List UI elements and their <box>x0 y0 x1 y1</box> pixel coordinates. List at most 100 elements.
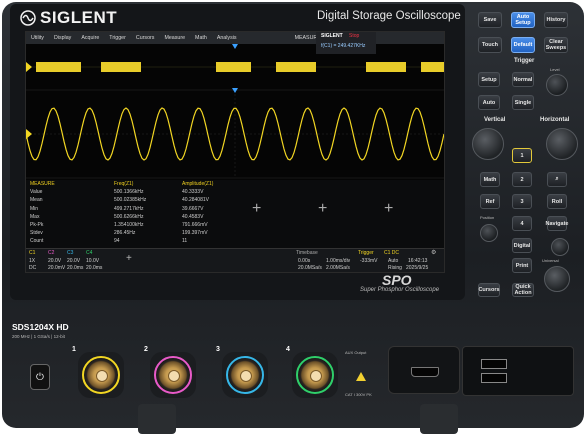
usb-port[interactable] <box>481 359 507 369</box>
universal-knob[interactable] <box>544 266 570 292</box>
navigate-button[interactable]: Navigate <box>546 216 568 231</box>
trigger-level[interactable]: -333mV <box>360 258 378 264</box>
spo-tagline: Super Phosphor Oscilloscope <box>360 287 440 293</box>
ch4-button[interactable]: 4 <box>512 216 532 231</box>
table-row: Pk-Pk 1.354100kHz 791.666mV <box>28 221 244 229</box>
ch4-input-connector[interactable] <box>292 352 338 398</box>
menu-bar: Utility Display Acquire Trigger Cursors … <box>26 32 444 44</box>
meas-freq-value: 500.6266kHz <box>114 213 144 220</box>
default-button[interactable]: Default <box>511 37 535 53</box>
trigger-edge[interactable]: Rising <box>388 265 402 271</box>
gear-icon[interactable]: ⚙ <box>431 249 436 256</box>
ch2-offset: 20.0mV <box>48 265 66 271</box>
ch2-button[interactable]: 2 <box>512 172 532 187</box>
warning-triangle-icon <box>356 372 366 381</box>
meas-header-name: MEASURE <box>30 181 55 188</box>
ch2-label[interactable]: C2 <box>48 250 54 256</box>
meas-label: Pk-Pk <box>30 222 44 229</box>
table-row: Value 500.1366kHz 40.3333V <box>28 188 244 196</box>
ch1-coupling: DC <box>29 265 37 271</box>
vertical-section-label: Vertical <box>484 117 506 123</box>
status-bar: C1 C2 C3 C4 1X 20.0V 20.0V 10.0V DC 20.0… <box>26 248 444 272</box>
trigger-label: Trigger <box>358 250 374 256</box>
ch3-input-connector[interactable] <box>222 352 268 398</box>
menu-analysis[interactable]: Analysis <box>212 35 242 41</box>
meas-label: Count <box>30 238 44 245</box>
trigger-normal-button[interactable]: Normal <box>512 72 534 87</box>
usb-port[interactable] <box>481 373 507 383</box>
empty-measure-slot[interactable]: + <box>252 200 261 218</box>
trigger-auto-button[interactable]: Auto <box>478 95 500 110</box>
menu-cursors[interactable]: Cursors <box>131 35 160 41</box>
meas-freq-value: 500.02385kHz <box>114 197 147 204</box>
ref-button[interactable]: Ref <box>480 194 500 209</box>
timebase-scale[interactable]: 1.00ms/div <box>326 258 350 264</box>
timebase-delay[interactable]: 0.00s <box>298 258 310 264</box>
meas-freq-value: 94 <box>114 238 120 245</box>
power-button[interactable]: ⏻ <box>30 364 50 390</box>
vertical-scale-knob[interactable] <box>472 128 504 160</box>
empty-measure-slot[interactable]: + <box>384 200 393 218</box>
horizontal-position-knob[interactable] <box>551 238 569 256</box>
timebase-label: Timebase <box>296 250 318 256</box>
trigger-source[interactable]: C1 DC <box>384 250 399 256</box>
trigger-single-button[interactable]: Single <box>512 95 534 110</box>
cursors-button[interactable]: Cursors <box>478 283 500 297</box>
table-row: Min 499.2717kHz 39.6667V <box>28 205 244 213</box>
memory-depth: 2.00MSa/s <box>326 265 350 271</box>
trigger-position-marker[interactable] <box>232 44 238 49</box>
left-foot <box>138 404 176 434</box>
menu-trigger[interactable]: Trigger <box>104 35 131 41</box>
auto-setup-button[interactable]: Auto Setup <box>511 12 535 28</box>
save-button[interactable]: Save <box>478 12 502 28</box>
meas-header-freq: Freq(Z1) <box>114 181 134 188</box>
horizontal-scale-knob[interactable] <box>546 128 578 160</box>
add-channel-icon[interactable]: + <box>126 253 132 264</box>
trigger-setup-button[interactable]: Setup <box>478 72 500 87</box>
menu-utility[interactable]: Utility <box>26 35 49 41</box>
meas-header-amplitude: Amplitude(Z1) <box>182 181 214 188</box>
roll-button[interactable]: Roll <box>547 194 567 209</box>
ch2-scale: 20.0V <box>48 258 62 264</box>
meas-freq-value: 500.1366kHz <box>114 189 144 196</box>
touch-button[interactable]: Touch <box>478 37 502 53</box>
menu-measure[interactable]: Measure <box>159 35 190 41</box>
ch4-number: 4 <box>286 346 290 353</box>
print-button[interactable]: Print <box>512 258 532 273</box>
search-button[interactable]: ⌕ <box>547 172 567 187</box>
empty-measure-slot[interactable]: + <box>318 200 327 218</box>
quick-action-button[interactable]: Quick Action <box>512 283 534 297</box>
zoom-trigger-marker[interactable] <box>232 88 238 93</box>
menu-acquire[interactable]: Acquire <box>76 35 104 41</box>
meas-freq-value: 1.354100kHz <box>114 222 144 229</box>
ch1-input-connector[interactable] <box>78 352 124 398</box>
model-name: SDS1204X HD <box>12 322 69 332</box>
display-screen[interactable]: Utility Display Acquire Trigger Cursors … <box>25 31 445 273</box>
meas-label: Mean <box>30 197 43 204</box>
ch1-label[interactable]: C1 <box>29 250 35 256</box>
trigger-mode[interactable]: Auto <box>388 258 398 264</box>
digital-button[interactable]: Digital <box>512 238 532 253</box>
meas-freq-value: 499.2717kHz <box>114 205 144 212</box>
menu-math[interactable]: Math <box>190 35 212 41</box>
clear-sweeps-button[interactable]: Clear Sweeps <box>544 37 568 53</box>
model-specs: 200 MHz | 1 GSa/s | 12-bit <box>12 334 65 339</box>
measurement-table: MEASURE Freq(Z1) Amplitude(Z1) Value 500.… <box>28 180 244 246</box>
ch2-input-connector[interactable] <box>150 352 196 398</box>
math-button[interactable]: Math <box>480 172 500 187</box>
hdmi-port[interactable] <box>411 367 439 377</box>
ch3-scale: 20.0V <box>67 258 81 264</box>
trigger-level-knob[interactable] <box>546 74 568 96</box>
waveform-area[interactable] <box>26 44 444 184</box>
run-stop-status[interactable]: Stop <box>349 33 359 39</box>
vertical-position-knob[interactable] <box>480 224 498 242</box>
ch4-label[interactable]: C4 <box>86 250 92 256</box>
meas-label: Min <box>30 205 39 212</box>
ch3-button[interactable]: 3 <box>512 194 532 209</box>
ch3-label[interactable]: C3 <box>67 250 73 256</box>
history-button[interactable]: History <box>544 12 568 28</box>
meas-label: Value <box>30 189 43 196</box>
usb-panel <box>462 346 574 396</box>
menu-display[interactable]: Display <box>49 35 76 41</box>
ch1-button[interactable]: 1 <box>512 148 532 163</box>
